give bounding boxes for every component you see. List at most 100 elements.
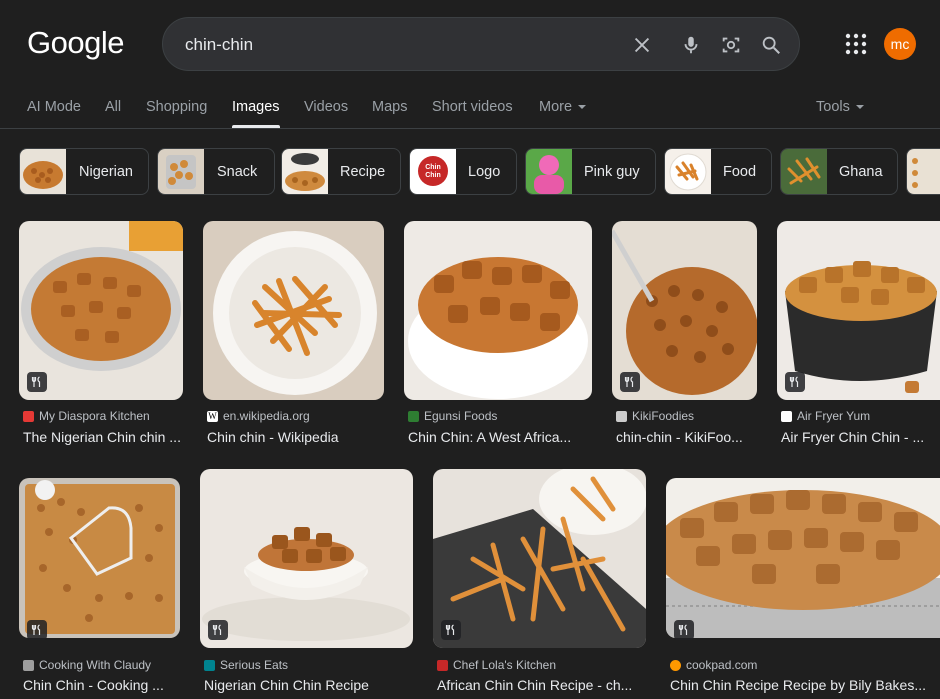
result-title[interactable]: Chin Chin Recipe Recipe by Bily Bakes... (670, 677, 938, 693)
image-result[interactable]: Chef Lola's Kitchen African Chin Chin Re… (433, 469, 646, 699)
lens-camera-icon[interactable] (718, 32, 744, 58)
chip-logo[interactable]: Chin Chin Logo (409, 148, 517, 195)
result-thumbnail[interactable] (404, 221, 592, 400)
chip-ghana[interactable]: Ghana (780, 148, 898, 195)
chip-snack[interactable]: Snack (157, 148, 275, 195)
result-source: cookpad.com (670, 658, 757, 672)
tools-button[interactable]: Tools (816, 99, 864, 115)
site-favicon-icon (437, 659, 448, 671)
tools-label: Tools (816, 99, 850, 115)
chip-thumbnail (20, 149, 66, 194)
site-favicon-icon (781, 410, 792, 422)
site-favicon-icon (204, 659, 215, 671)
clear-icon[interactable] (629, 32, 655, 58)
result-source: Air Fryer Yum (781, 409, 870, 423)
result-source: My Diaspora Kitchen (23, 409, 150, 423)
result-source: Serious Eats (204, 658, 288, 672)
recipe-badge (674, 620, 694, 640)
source-name: Air Fryer Yum (797, 409, 871, 423)
image-result[interactable]: Serious Eats Nigerian Chin Chin Recipe (200, 469, 413, 699)
fork-knife-icon (31, 376, 41, 387)
result-title[interactable]: chin-chin - KikiFoo... (616, 429, 757, 445)
search-icon[interactable] (758, 32, 784, 58)
result-title[interactable]: Chin Chin - Cooking ... (23, 677, 180, 693)
result-thumbnail[interactable] (433, 469, 646, 648)
result-title[interactable]: Air Fryer Chin Chin - ... (781, 429, 940, 445)
result-title[interactable]: African Chin Chin Recipe - ch... (437, 677, 646, 693)
search-bar[interactable] (162, 17, 800, 71)
source-name: KikiFoodies (632, 409, 695, 423)
result-thumbnail[interactable] (203, 221, 384, 400)
chip-logo-thumb-text: Chin Chin (425, 164, 441, 179)
active-tab-indicator (232, 125, 280, 128)
tab-maps[interactable]: Maps (372, 99, 407, 115)
tab-more-label: More (539, 99, 573, 115)
result-thumbnail[interactable] (200, 469, 413, 648)
source-name: Serious Eats (220, 658, 289, 672)
google-logo[interactable]: Google (27, 25, 124, 61)
result-source: Chef Lola's Kitchen (437, 658, 556, 672)
chevron-down-icon (578, 105, 587, 110)
result-source: Cooking With Claudy (23, 658, 151, 672)
image-result[interactable]: Cooking With Claudy Chin Chin - Cooking … (19, 478, 180, 699)
result-title[interactable]: Nigerian Chin Chin Recipe (204, 677, 413, 693)
fork-knife-icon (624, 376, 634, 387)
tab-ai-mode[interactable]: AI Mode (27, 99, 81, 115)
chip-food[interactable]: Food (664, 148, 772, 195)
site-favicon-icon (23, 659, 34, 671)
fork-knife-icon (789, 376, 799, 387)
site-favicon-icon (23, 410, 34, 422)
chip-nigerian[interactable]: Nigerian (19, 148, 149, 195)
result-source: Egunsi Foods (408, 409, 497, 423)
chip-label: Recipe (340, 164, 386, 180)
fork-knife-icon (445, 624, 455, 635)
result-title[interactable]: Chin chin - Wikipedia (207, 429, 384, 445)
tab-short-videos[interactable]: Short videos (432, 99, 513, 115)
chip-thumbnail (781, 149, 827, 194)
chip-next-partial[interactable] (906, 148, 940, 195)
result-thumbnail[interactable] (19, 478, 180, 638)
microphone-icon[interactable] (678, 32, 704, 58)
chip-thumbnail (526, 149, 572, 194)
chevron-down-icon (855, 105, 864, 110)
image-result[interactable]: Wen.wikipedia.org Chin chin - Wikipedia (203, 221, 384, 451)
recipe-badge (27, 620, 47, 640)
chip-label: Pink guy (584, 164, 640, 180)
site-favicon-icon (408, 410, 419, 422)
chip-label: Nigerian (79, 164, 133, 180)
tab-shopping[interactable]: Shopping (146, 99, 207, 115)
result-thumbnail[interactable] (666, 478, 940, 638)
source-name: cookpad.com (686, 658, 758, 672)
apps-grid-icon[interactable] (845, 33, 867, 55)
account-avatar[interactable]: mc (884, 28, 916, 60)
chip-pink-guy[interactable]: Pink guy (525, 148, 656, 195)
chip-label: Food (723, 164, 757, 180)
image-result[interactable]: Air Fryer Yum Air Fryer Chin Chin - ... (777, 221, 940, 451)
chip-label: Ghana (839, 164, 883, 180)
recipe-badge (785, 372, 805, 392)
chip-thumbnail (907, 149, 940, 194)
recipe-badge (208, 620, 228, 640)
image-result[interactable]: cookpad.com Chin Chin Recipe Recipe by B… (666, 478, 940, 699)
chip-label: Snack (217, 164, 258, 180)
result-title[interactable]: Chin Chin: A West Africa... (408, 429, 592, 445)
tab-all[interactable]: All (105, 99, 121, 115)
tab-images[interactable]: Images (232, 99, 280, 115)
recipe-badge (441, 620, 461, 640)
tab-videos[interactable]: Videos (304, 99, 348, 115)
image-result[interactable]: Egunsi Foods Chin Chin: A West Africa... (404, 221, 592, 451)
wikipedia-icon: W (207, 410, 218, 422)
fork-knife-icon (678, 624, 688, 635)
chip-label: Logo (468, 164, 501, 180)
source-name: en.wikipedia.org (223, 409, 310, 423)
image-result[interactable]: My Diaspora Kitchen The Nigerian Chin ch… (19, 221, 183, 451)
result-title[interactable]: The Nigerian Chin chin ... (23, 429, 183, 445)
tab-more[interactable]: More (539, 99, 587, 115)
search-input[interactable] (185, 34, 605, 56)
fork-knife-icon (31, 624, 41, 635)
source-name: My Diaspora Kitchen (39, 409, 150, 423)
site-favicon-icon (670, 659, 681, 671)
image-result[interactable]: KikiFoodies chin-chin - KikiFoo... (612, 221, 757, 451)
chip-recipe[interactable]: Recipe (281, 148, 401, 195)
chip-thumbnail (282, 149, 328, 194)
